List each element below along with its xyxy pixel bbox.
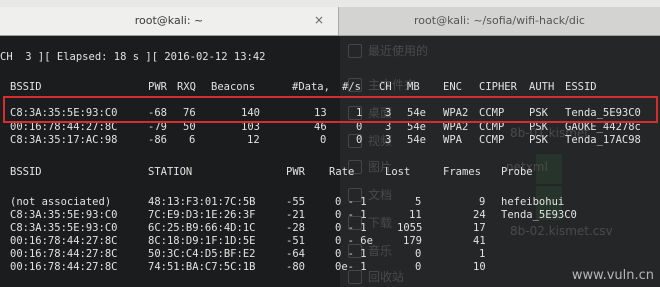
terminal-tab-bar: root@kali: ~ × root@kali: ~/sofia/wifi-h… [0, 7, 660, 36]
col-pwr: PWR [148, 81, 167, 93]
ap-auth: PSK [529, 134, 548, 146]
col-mb: MB [407, 81, 420, 93]
ap-per-s: 0 [356, 134, 363, 146]
watermark: www.vuln.cn [571, 268, 654, 283]
ap-cipher: CCMP [479, 134, 505, 146]
st-lost: 1055 [397, 222, 423, 234]
st-pwr: -64 [286, 248, 305, 260]
st-station: 74:51:BA:C7:5C:1B [148, 261, 256, 273]
st-bssid: 00:16:78:44:27:8C [10, 248, 118, 260]
st-bssid: 00:16:78:44:27:8C [10, 261, 118, 273]
st-pwr: -21 [286, 209, 305, 221]
st-pwr: -80 [286, 261, 305, 273]
st-probe: Tenda_5E93C0 [501, 209, 577, 221]
st-frames: 9 [479, 196, 486, 208]
ap-bssid: C8:3A:35:17:AC:98 [10, 134, 118, 146]
st-lost: 0 [415, 248, 422, 260]
st-frames: 1 [479, 248, 486, 260]
tab-title: root@kali: ~ [134, 14, 204, 27]
st-frames: 41 [473, 235, 486, 247]
st-rate: 0 - 6e [335, 235, 373, 247]
st-lost: 11 [409, 209, 422, 221]
station-row[interactable]: 00:16:78:44:27:8C 50:3C:C4:D5:BF:E2 -64 … [0, 248, 660, 261]
col-lost: Lost [385, 166, 411, 178]
top-edge-strip [0, 0, 660, 7]
st-pwr: -28 [286, 222, 305, 234]
col-auth: AUTH [529, 81, 555, 93]
st-bssid: C8:3A:35:5E:93:C0 [10, 222, 118, 234]
col-pwr: PWR [286, 166, 305, 178]
col-data: #Data, [292, 81, 330, 93]
st-rate: 0 - 1 [335, 196, 367, 208]
st-station: 48:13:F3:01:7C:5B [148, 196, 256, 208]
close-icon[interactable]: × [314, 13, 324, 27]
col-station: STATION [148, 166, 193, 178]
st-rate: 0 - 1 [335, 222, 367, 234]
ap-row[interactable]: C8:3A:35:17:AC:98 -86 6 12 0 0 3 54e WPA… [0, 134, 660, 147]
ap-essid: Tenda_17AC98 [565, 134, 641, 146]
ap-data: 0 [320, 134, 327, 146]
st-bssid: 00:16:78:44:27:8C [10, 235, 118, 247]
tab-wifi-hack-dic[interactable]: root@kali: ~/sofia/wifi-hack/dic [339, 7, 660, 35]
st-rate: 0 - 1 [335, 209, 367, 221]
highlight-box [3, 96, 658, 123]
tab-title: root@kali: ~/sofia/wifi-hack/dic [414, 14, 585, 27]
col-essid: ESSID [565, 81, 597, 93]
col-enc: ENC [443, 81, 462, 93]
station-table-header: BSSID STATION PWR Rate Lost Frames Probe [0, 166, 660, 179]
st-pwr: -51 [286, 235, 305, 247]
col-ch: CH [379, 81, 392, 93]
bg-item: 最近使用的 [368, 44, 429, 58]
st-station: 8C:18:D9:1F:1D:5E [148, 235, 256, 247]
st-pwr: -55 [286, 196, 305, 208]
ap-enc: WPA [443, 134, 462, 146]
st-bssid: (not associated) [10, 196, 112, 208]
ap-pwr: -86 [148, 134, 167, 146]
col-beacons: Beacons [211, 81, 256, 93]
st-frames: 24 [473, 209, 486, 221]
terminal-output[interactable]: 最近使用的 主文件夹 桌面 视频 图片 文档 下载 音乐 回收站 8b-01.k… [0, 36, 660, 287]
station-row[interactable]: (not associated) 48:13:F3:01:7C:5B -55 0… [0, 196, 660, 209]
clock-icon [348, 44, 362, 58]
st-lost: 179 [403, 235, 422, 247]
st-frames: 17 [473, 222, 486, 234]
col-per-s: #/s [342, 81, 361, 93]
col-frames: Frames [443, 166, 481, 178]
col-rxq: RXQ [177, 81, 196, 93]
st-bssid: C8:3A:35:5E:93:C0 [10, 209, 118, 221]
col-bssid: BSSID [10, 81, 42, 93]
ap-rxq: 6 [189, 134, 196, 146]
st-station: 7C:E9:D3:1E:26:3F [148, 209, 256, 221]
st-rate: 0 - 1 [335, 248, 367, 260]
ap-beacons: 12 [247, 134, 260, 146]
st-frames: 10 [473, 261, 486, 273]
station-row[interactable]: C8:3A:35:5E:93:C0 7C:E9:D3:1E:26:3F -21 … [0, 209, 660, 222]
col-cipher: CIPHER [479, 81, 517, 93]
st-lost: 0 [415, 261, 422, 273]
st-rate: 0e- 1 [335, 261, 367, 273]
status-line: CH 3 ][ Elapsed: 18 s ][ 2016-02-12 13:4… [0, 51, 266, 63]
station-row[interactable]: 00:16:78:44:27:8C 74:51:BA:C7:5C:1B -80 … [0, 261, 660, 274]
ap-mb: 54e [407, 134, 426, 146]
station-row[interactable]: C8:3A:35:5E:93:C0 6C:25:B9:66:4D:1C -28 … [0, 222, 660, 235]
station-row[interactable]: 00:16:78:44:27:8C 8C:18:D9:1F:1D:5E -51 … [0, 235, 660, 248]
st-lost: 5 [415, 196, 422, 208]
st-station: 6C:25:B9:66:4D:1C [148, 222, 256, 234]
col-bssid: BSSID [10, 166, 42, 178]
col-rate: Rate [329, 166, 355, 178]
st-probe: hefeibohui [501, 196, 565, 208]
ap-table-header: BSSID PWR RXQ Beacons #Data, #/s CH MB E… [0, 81, 660, 94]
ap-ch: 3 [385, 134, 392, 146]
tab-root-kali[interactable]: root@kali: ~ × [0, 7, 339, 35]
col-probe: Probe [501, 166, 533, 178]
st-station: 50:3C:C4:D5:BF:E2 [148, 248, 256, 260]
